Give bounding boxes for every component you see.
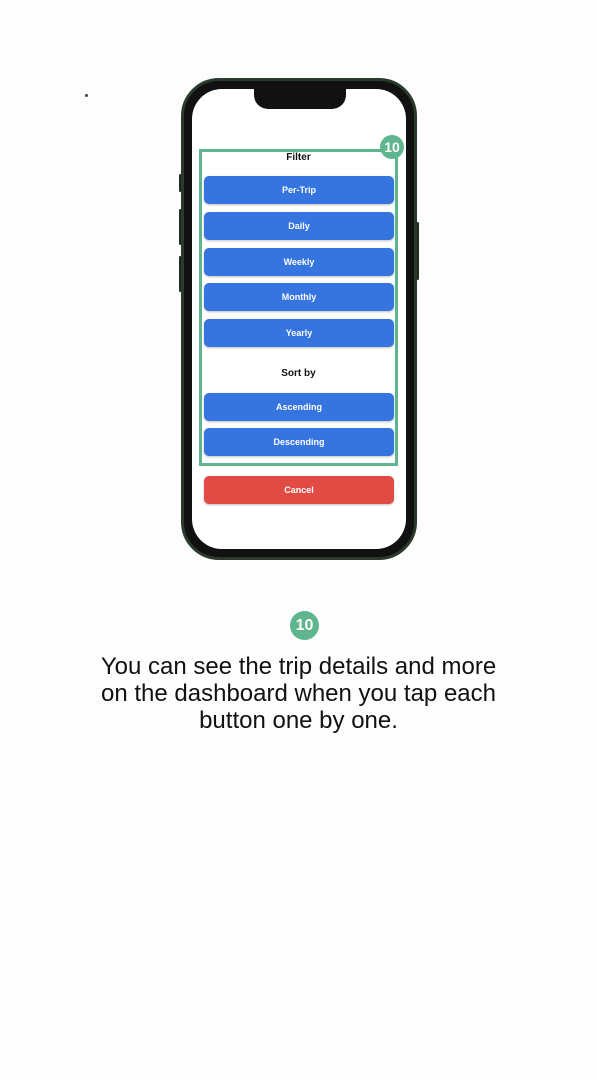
step-badge-small: 10 bbox=[380, 135, 404, 159]
tutorial-page: Filter Per-Trip Daily Weekly Monthly Yea… bbox=[0, 0, 597, 1080]
camera-icon bbox=[85, 94, 88, 97]
step-badge: 10 bbox=[290, 611, 319, 640]
cancel-button[interactable]: Cancel bbox=[204, 476, 394, 504]
phone-notch bbox=[254, 89, 346, 109]
step-caption: You can see the trip details and more on… bbox=[100, 653, 497, 734]
highlight-frame bbox=[199, 149, 398, 466]
